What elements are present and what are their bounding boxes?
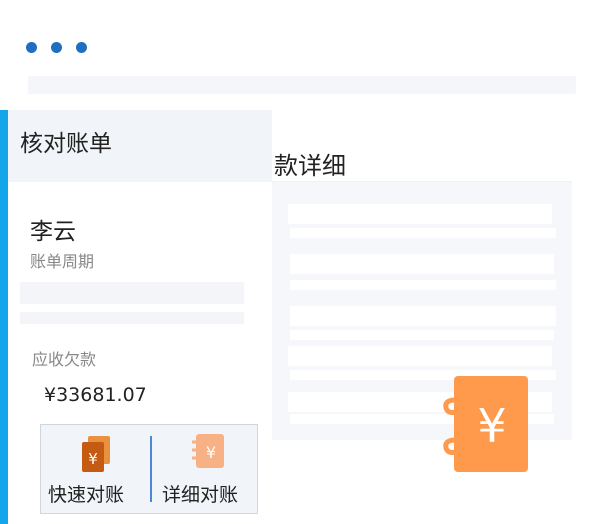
window-controls-icon bbox=[26, 42, 87, 53]
detail-panel-title: 款详细 bbox=[274, 152, 346, 180]
detail-line bbox=[288, 204, 552, 224]
detail-line bbox=[288, 346, 552, 366]
dot-icon bbox=[76, 42, 87, 53]
period-bar bbox=[20, 312, 244, 324]
dot-icon bbox=[51, 42, 62, 53]
receivable-amount: ¥33681.07 bbox=[44, 384, 147, 406]
quick-reconcile-button[interactable]: ¥ 快速对账 bbox=[44, 430, 148, 510]
accent-bar bbox=[0, 110, 8, 524]
detail-reconcile-label: 详细对账 bbox=[162, 484, 239, 506]
svg-text:¥: ¥ bbox=[477, 399, 506, 453]
detail-reconcile-button[interactable]: ¥ 详细对账 bbox=[156, 430, 256, 510]
svg-text:¥: ¥ bbox=[88, 450, 98, 468]
yen-documents-icon: ¥ bbox=[82, 436, 110, 472]
period-label: 账单周期 bbox=[30, 252, 95, 271]
customer-name: 李云 bbox=[30, 219, 76, 245]
address-bar-placeholder bbox=[28, 76, 576, 94]
dot-icon bbox=[26, 42, 37, 53]
detail-line bbox=[290, 254, 554, 274]
yen-notebook-icon: ¥ bbox=[192, 434, 224, 468]
svg-text:¥: ¥ bbox=[206, 443, 216, 462]
period-bar bbox=[20, 282, 244, 304]
detail-line bbox=[290, 228, 556, 238]
quick-reconcile-label: 快速对账 bbox=[48, 484, 125, 506]
detail-panel-header: 款详细 bbox=[270, 110, 572, 182]
yen-notebook-icon: ¥ bbox=[443, 376, 528, 472]
detail-line bbox=[290, 306, 556, 326]
receivable-label: 应收欠款 bbox=[32, 350, 97, 369]
detail-line bbox=[290, 330, 554, 340]
reconcile-panel-title: 核对账单 bbox=[20, 131, 112, 157]
detail-line bbox=[290, 280, 556, 290]
action-divider bbox=[150, 436, 152, 502]
